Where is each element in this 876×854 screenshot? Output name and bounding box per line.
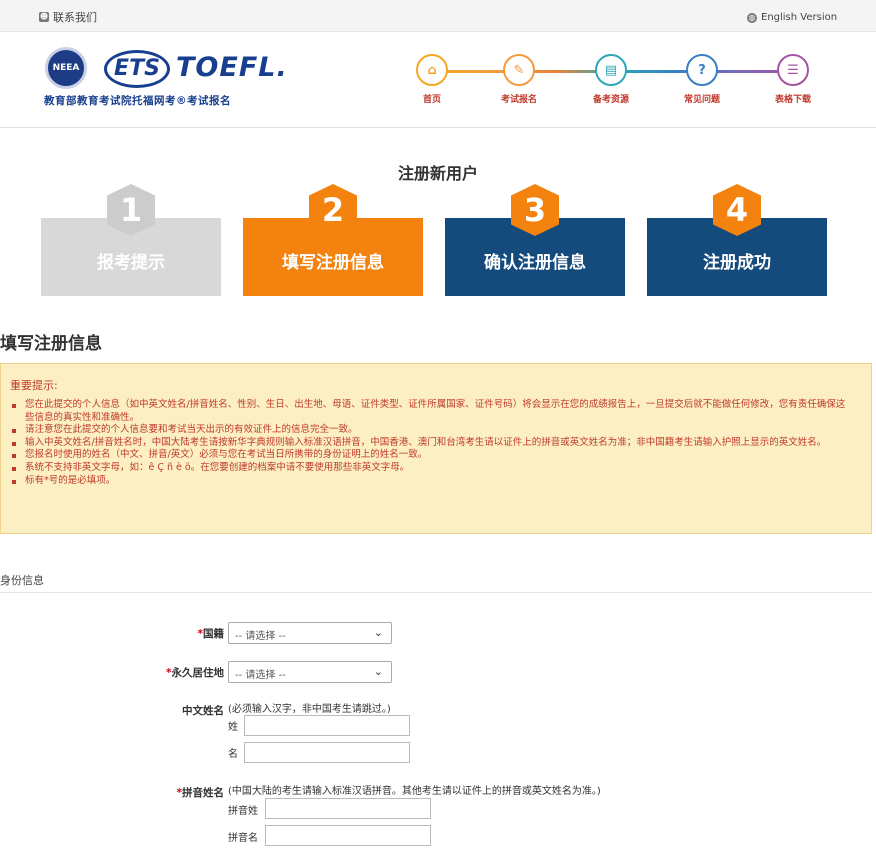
step-2: 2 填写注册信息: [243, 184, 423, 296]
page-title: 注册新用户: [397, 164, 478, 183]
notice-item: 您报名时使用的姓名（中文、拼音/英文）必须与您在考试当日所携带的身份证明上的姓名…: [11, 449, 851, 462]
pinyin-given-label: 拼音名: [228, 833, 258, 844]
person-icon: ☻: [39, 12, 49, 22]
ets-logo[interactable]: ETS: [104, 50, 170, 88]
nav-label-resources: 备考资源: [592, 95, 629, 105]
main-nav: ⌂ 首页 ✎ 考试报名 ▤ 备考资源 ? 常见问题 ☰ 表格下载: [416, 54, 816, 124]
chinese-name-label: 中文姓名: [182, 705, 224, 717]
notice-list: 您在此提交的个人信息（如中英文姓名/拼音姓名、性别、生日、出生地、母语、证件类型…: [11, 399, 851, 487]
important-notice: 重要提示: 您在此提交的个人信息（如中英文姓名/拼音姓名、性别、生日、出生地、母…: [0, 363, 872, 534]
ets-logo-text: ETS: [114, 56, 160, 81]
pinyin-name-hint: (中国大陆的考生请输入标准汉语拼音。其他考生请以证件上的拼音或英文姓名为准。): [228, 786, 601, 797]
contact-us-link[interactable]: ☻ 联系我们: [39, 9, 97, 25]
neea-logo-text: NEEA: [52, 63, 80, 73]
chevron-down-icon: ⌄: [373, 626, 383, 639]
step-4: 4 注册成功: [647, 184, 827, 296]
globe-icon: ◍: [747, 12, 757, 23]
surname-input[interactable]: [244, 715, 410, 736]
nav-label-faq: 常见问题: [683, 95, 720, 105]
step-1: 1 报考提示: [41, 184, 221, 296]
toefl-logo[interactable]: TOEFL.: [176, 52, 288, 83]
nav-label-downloads: 表格下载: [774, 95, 811, 105]
nav-item-downloads[interactable]: ☰ 表格下载: [763, 54, 823, 105]
chinese-name-hint: (必须输入汉字，非中国考生请跳过。): [228, 704, 391, 715]
nationality-label-text: 国籍: [203, 628, 224, 640]
surname-label: 姓: [228, 722, 238, 733]
section-title: 填写注册信息: [0, 334, 102, 354]
step-1-label: 报考提示: [97, 253, 165, 273]
nationality-label: *国籍: [150, 626, 225, 641]
residence-label: *永久居住地: [140, 665, 224, 680]
given-name-input[interactable]: [244, 742, 410, 763]
pinyin-name-label: *拼音姓名: [150, 785, 225, 800]
pinyin-surname-label: 拼音姓: [228, 806, 258, 817]
top-bar: ☻ 联系我们 ◍ English Version: [0, 0, 876, 32]
pen-icon: ✎: [503, 54, 535, 86]
pinyin-given-input[interactable]: [265, 825, 431, 846]
nav-item-register[interactable]: ✎ 考试报名: [489, 54, 549, 105]
contact-us-label: 联系我们: [53, 11, 97, 24]
nav-label-register: 考试报名: [500, 95, 537, 105]
pinyin-name-label-text: 拼音姓名: [182, 787, 224, 799]
step-3-number: 3: [511, 184, 559, 236]
step-3: 3 确认注册信息: [445, 184, 625, 296]
notice-title: 重要提示:: [10, 379, 58, 392]
site-subtitle: 教育部教育考试院托福网考®考试报名: [44, 95, 231, 107]
step-2-number: 2: [309, 184, 357, 236]
nationality-select-value: -- 请选择 --: [235, 631, 286, 642]
pinyin-surname-input[interactable]: [265, 798, 431, 819]
nav-item-home[interactable]: ⌂ 首页: [402, 54, 462, 105]
nav-label-home: 首页: [422, 95, 441, 105]
residence-label-text: 永久居住地: [171, 667, 225, 679]
section-divider: [0, 592, 872, 593]
english-version-label: English Version: [761, 12, 838, 23]
neea-logo[interactable]: NEEA: [45, 47, 87, 89]
english-version-link[interactable]: ◍ English Version: [747, 12, 837, 23]
residence-select-value: -- 请选择 --: [235, 670, 286, 681]
residence-select[interactable]: -- 请选择 -- ⌄: [228, 661, 392, 683]
nationality-select[interactable]: -- 请选择 -- ⌄: [228, 622, 392, 644]
home-icon: ⌂: [416, 54, 448, 86]
step-4-number: 4: [713, 184, 761, 236]
document-icon: ☰: [777, 54, 809, 86]
step-4-label: 注册成功: [703, 253, 771, 273]
notice-item: 标有*号的是必填项。: [11, 475, 851, 488]
nav-item-resources[interactable]: ▤ 备考资源: [581, 54, 641, 105]
site-header: NEEA ETS TOEFL. 教育部教育考试院托福网考®考试报名 ⌂ 首页 ✎…: [0, 32, 876, 128]
step-2-label: 填写注册信息: [282, 253, 384, 273]
identity-heading: 身份信息: [0, 574, 44, 587]
chevron-down-icon: ⌄: [373, 665, 383, 678]
notice-item: 系统不支持非英文字母，如：ê Ç ñ è ö。在您要创建的档案中请不要使用那些非…: [11, 462, 851, 475]
notice-item: 输入中英文姓名/拼音姓名时，中国大陆考生请按新华字典规则输入标准汉语拼音，中国香…: [11, 437, 851, 450]
given-name-label: 名: [228, 749, 238, 760]
notice-item: 您在此提交的个人信息（如中英文姓名/拼音姓名、性别、生日、出生地、母语、证件类型…: [11, 399, 851, 424]
book-icon: ▤: [595, 54, 627, 86]
notice-item: 请注意您在此提交的个人信息要和考试当天出示的有效证件上的信息完全一致。: [11, 424, 851, 437]
question-icon: ?: [686, 54, 718, 86]
step-1-number: 1: [107, 184, 155, 236]
nav-item-faq[interactable]: ? 常见问题: [672, 54, 732, 105]
step-3-label: 确认注册信息: [484, 253, 586, 273]
